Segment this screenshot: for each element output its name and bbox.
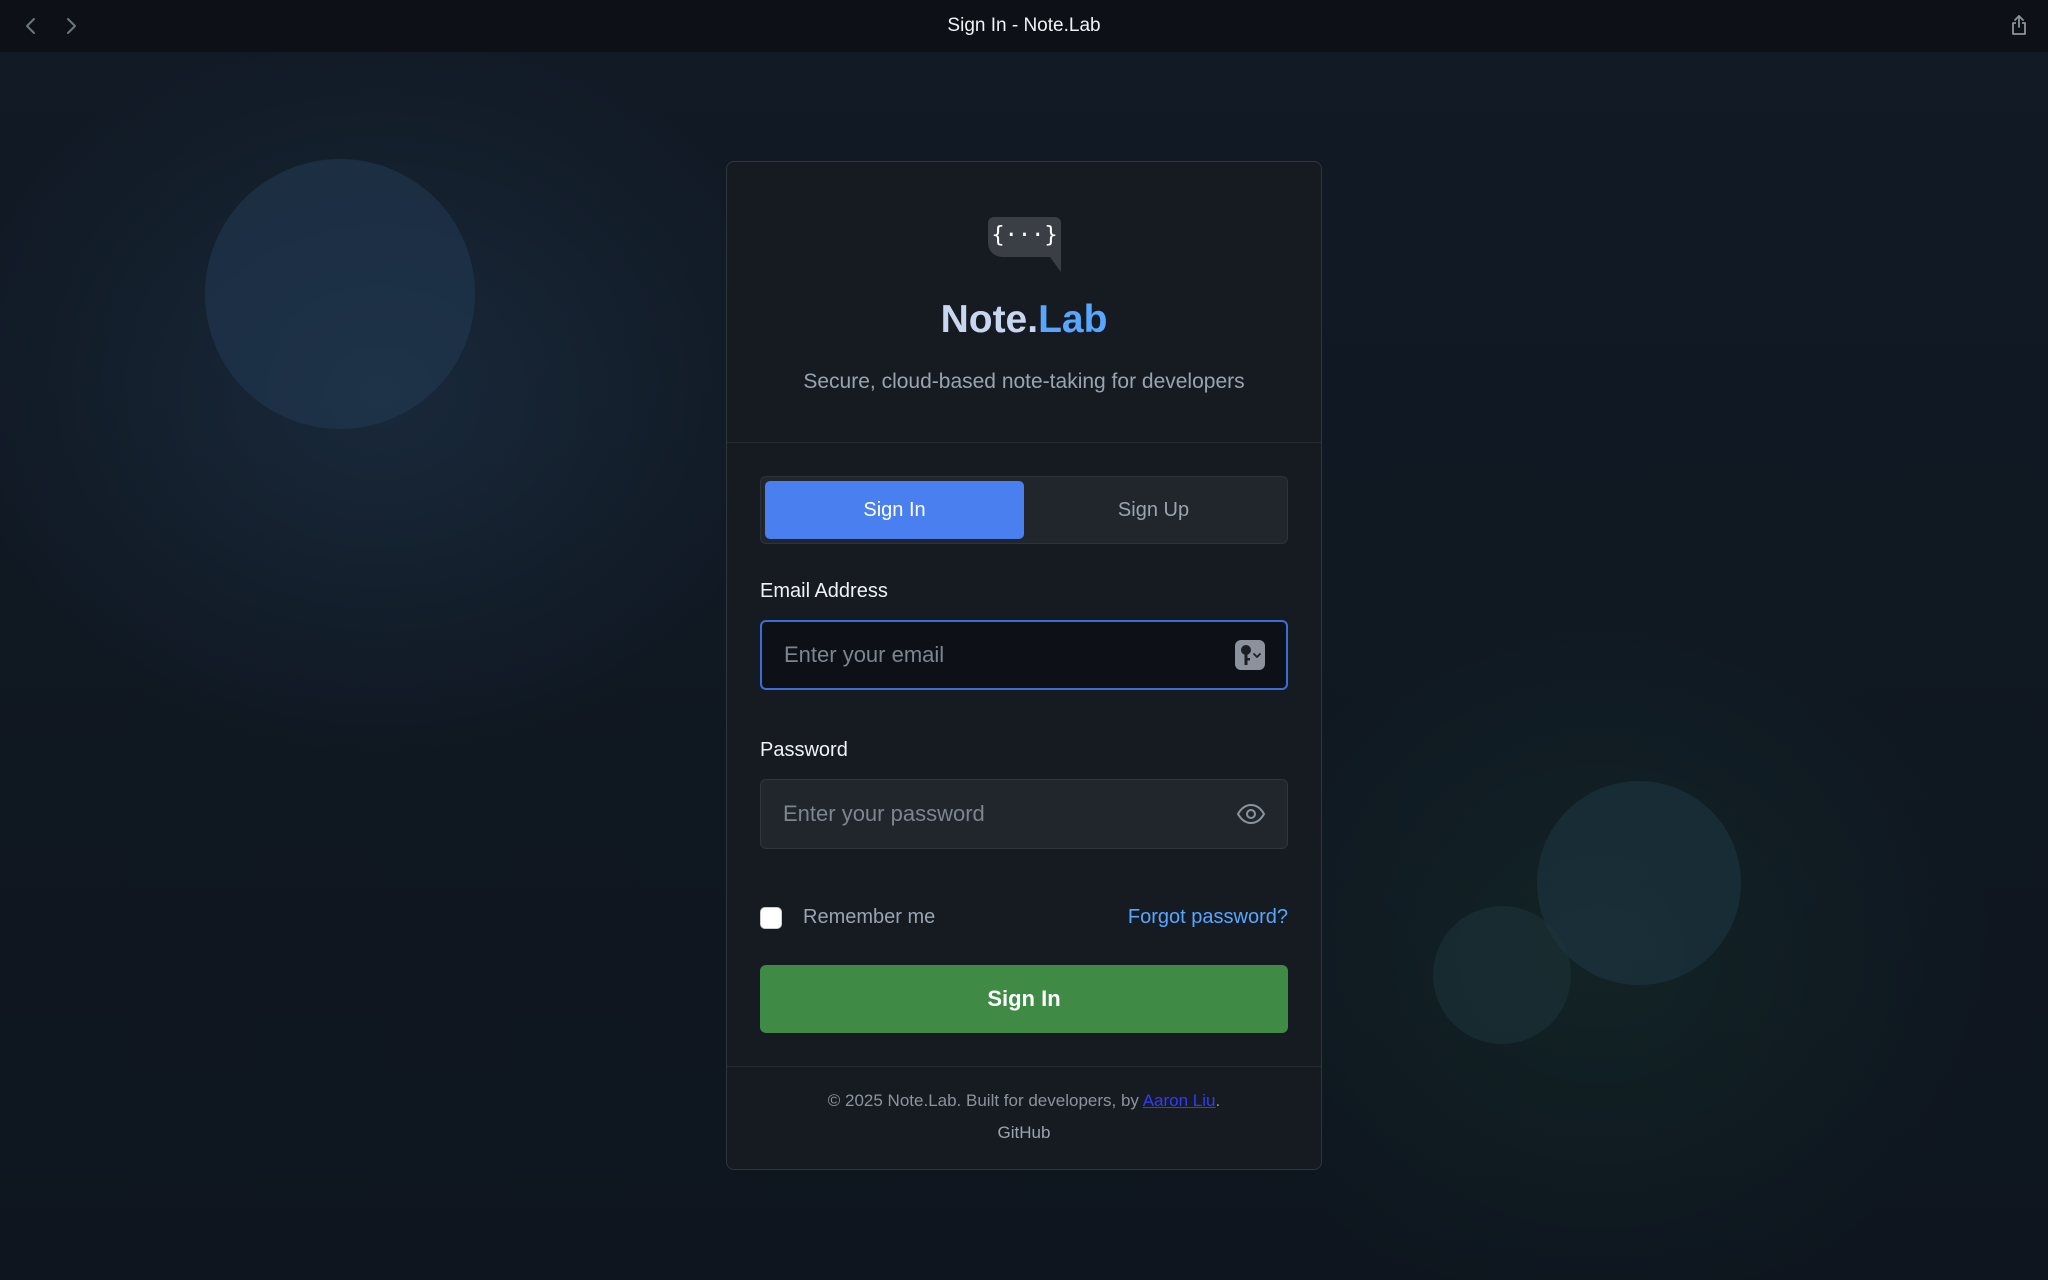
decorative-circle [1433,906,1571,1044]
tab-sign-in[interactable]: Sign In [765,481,1024,539]
window-title: Sign In - Note.Lab [947,15,1101,36]
password-manager-button[interactable] [1226,631,1274,679]
share-button[interactable] [2004,10,2034,40]
remember-me-row: Remember me [760,906,935,929]
forgot-password-link[interactable]: Forgot password? [1128,906,1288,929]
window-titlebar: Sign In - Note.Lab [0,0,2048,52]
chevron-left-icon [26,18,35,34]
password-field-wrapper [760,779,1288,849]
remember-me-checkbox[interactable] [760,906,782,929]
remember-me-label[interactable]: Remember me [803,906,935,929]
back-button[interactable] [17,12,45,40]
email-label: Email Address [760,580,888,602]
card-footer: © 2025 Note.Lab. Built for developers, b… [727,1066,1321,1170]
copyright-prefix: © 2025 Note.Lab. Built for developers, b… [827,1091,1143,1110]
copyright-suffix: . [1215,1091,1221,1110]
eye-icon [1236,803,1266,825]
forward-button[interactable] [57,12,85,40]
copyright-text: © 2025 Note.Lab. Built for developers, b… [828,1091,1220,1111]
chevron-right-icon [67,18,76,34]
key-icon [1235,640,1265,670]
password-label: Password [760,739,848,761]
card-header: {···} Note.Lab Secure, cloud-based note-… [727,162,1321,443]
email-field-wrapper [760,620,1288,690]
brand-name: Note.Lab [941,298,1108,342]
code-bubble-icon: {···} [987,217,1061,272]
tagline: Secure, cloud-based note-taking for deve… [803,370,1245,393]
brand-name-part1: Note. [940,298,1039,341]
decorative-circle [205,159,475,429]
password-field[interactable] [783,801,1227,827]
tab-sign-up[interactable]: Sign Up [1024,481,1283,539]
toggle-password-visibility-button[interactable] [1227,790,1275,838]
sign-in-button[interactable]: Sign In [760,965,1288,1033]
author-link[interactable]: Aaron Liu [1143,1091,1216,1110]
auth-tabs: Sign In Sign Up [760,476,1288,544]
auth-card: {···} Note.Lab Secure, cloud-based note-… [726,161,1322,1170]
brand-name-part2: Lab [1038,298,1108,341]
github-link[interactable]: GitHub [998,1123,1051,1143]
share-icon [2012,15,2026,35]
email-field[interactable] [784,642,1226,668]
logo-glyph: {···} [991,223,1057,248]
